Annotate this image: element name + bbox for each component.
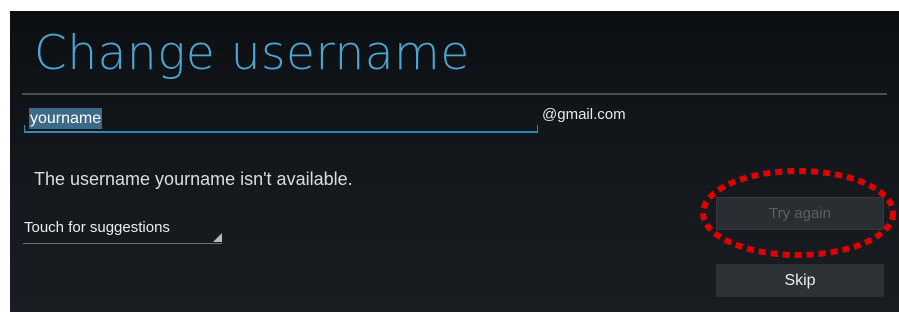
availability-error-message: The username yourname isn't available. <box>34 169 353 189</box>
page-title: Change username <box>34 26 470 81</box>
title-divider <box>22 93 887 95</box>
change-username-screen: Change username yourname @gmail.com The … <box>10 11 899 312</box>
suggestions-label: Touch for suggestions <box>24 219 170 236</box>
username-input[interactable]: yourname <box>24 107 538 131</box>
skip-button[interactable]: Skip <box>716 264 884 297</box>
try-again-button[interactable]: Try again <box>716 197 884 230</box>
domain-suffix: @gmail.com <box>542 106 626 123</box>
username-input-underline <box>24 131 538 133</box>
spinner-underline <box>23 243 222 244</box>
username-input-value: yourname <box>29 108 103 129</box>
suggestions-spinner[interactable]: Touch for suggestions <box>23 217 223 245</box>
spinner-corner-arrow-icon <box>213 233 222 242</box>
